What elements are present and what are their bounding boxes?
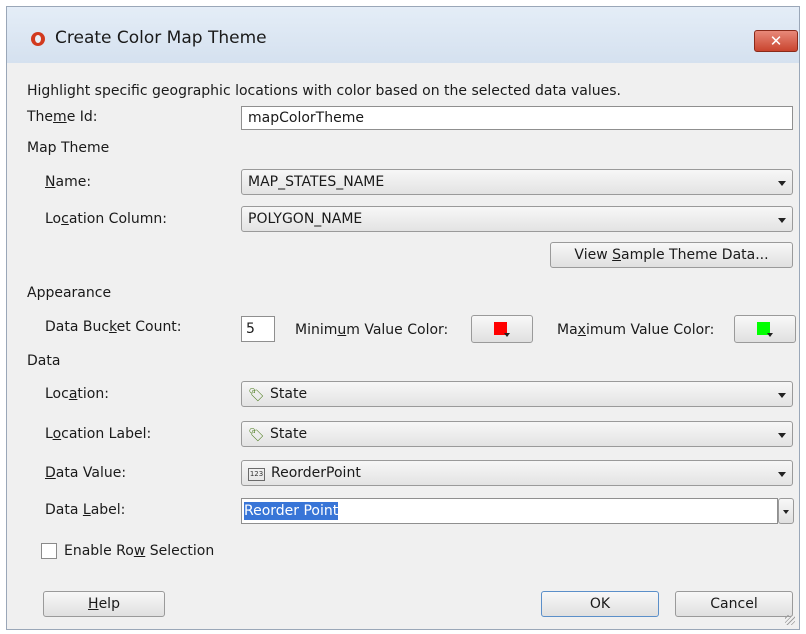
chevron-down-icon bbox=[767, 333, 773, 337]
data-label-label: Data Label: bbox=[45, 502, 126, 518]
title-bar[interactable]: Create Color Map Theme ✕ bbox=[7, 7, 799, 63]
cancel-button[interactable]: Cancel bbox=[675, 591, 793, 617]
dialog-window: Create Color Map Theme ✕ Highlight speci… bbox=[6, 6, 800, 630]
bucket-count-label: Data Bucket Count: bbox=[45, 319, 182, 335]
data-value-select[interactable]: 123 ReorderPoint bbox=[241, 460, 793, 486]
theme-id-input[interactable]: mapColorTheme bbox=[241, 106, 793, 130]
min-value-color-button[interactable] bbox=[471, 315, 533, 343]
location-label-select[interactable]: 🏷 State bbox=[241, 421, 793, 447]
data-value-label: Data Value: bbox=[45, 465, 127, 481]
close-button[interactable]: ✕ bbox=[754, 30, 798, 52]
max-value-color-label: Maximum Value Color: bbox=[557, 322, 715, 338]
help-button[interactable]: Help bbox=[43, 591, 165, 617]
location-label: Location: bbox=[45, 386, 109, 402]
ok-button[interactable]: OK bbox=[541, 591, 659, 617]
location-column-label: Location Column: bbox=[45, 211, 168, 227]
chevron-down-icon bbox=[504, 333, 510, 337]
map-theme-name-value: MAP_STATES_NAME bbox=[248, 174, 385, 190]
max-value-color-button[interactable] bbox=[734, 315, 796, 343]
dialog-content: Highlight specific geographic locations … bbox=[15, 63, 796, 623]
location-value: State bbox=[270, 386, 308, 402]
number-icon: 123 bbox=[248, 468, 265, 481]
map-theme-heading: Map Theme bbox=[27, 140, 110, 156]
description-text: Highlight specific geographic locations … bbox=[27, 83, 621, 99]
tag-icon: 🏷 bbox=[248, 388, 265, 403]
chevron-down-icon bbox=[778, 218, 786, 223]
location-column-value: POLYGON_NAME bbox=[248, 211, 363, 227]
map-theme-name-label: Name: bbox=[45, 174, 92, 190]
location-label-label: Location Label: bbox=[45, 426, 152, 442]
data-label-value: Reorder Point bbox=[244, 502, 339, 520]
chevron-down-icon bbox=[783, 510, 789, 514]
min-value-color-label: Minimum Value Color: bbox=[295, 322, 449, 338]
map-theme-name-select[interactable]: MAP_STATES_NAME bbox=[241, 169, 793, 195]
close-icon: ✕ bbox=[769, 32, 783, 50]
data-label-dropdown-button[interactable] bbox=[778, 498, 794, 524]
app-logo-icon bbox=[31, 32, 45, 46]
location-label-value: State bbox=[270, 426, 308, 442]
chevron-down-icon bbox=[778, 472, 786, 477]
appearance-heading: Appearance bbox=[27, 285, 112, 301]
window-title: Create Color Map Theme bbox=[55, 28, 267, 48]
enable-row-selection-label: Enable Row Selection bbox=[64, 543, 215, 559]
data-heading: Data bbox=[27, 353, 61, 369]
theme-id-label: Theme Id: bbox=[27, 109, 98, 125]
location-column-select[interactable]: POLYGON_NAME bbox=[241, 206, 793, 232]
view-sample-theme-data-button[interactable]: View Sample Theme Data... bbox=[550, 242, 793, 268]
location-select[interactable]: 🏷 State bbox=[241, 381, 793, 407]
tag-icon: 🏷 bbox=[248, 428, 265, 443]
chevron-down-icon bbox=[778, 393, 786, 398]
enable-row-selection-checkbox[interactable] bbox=[41, 543, 57, 559]
chevron-down-icon bbox=[778, 181, 786, 186]
data-label-combo-input[interactable]: Reorder Point bbox=[241, 498, 778, 524]
data-value-value: ReorderPoint bbox=[271, 465, 361, 481]
chevron-down-icon bbox=[778, 433, 786, 438]
bucket-count-input[interactable]: 5 bbox=[241, 316, 275, 342]
resize-grip[interactable] bbox=[785, 615, 795, 625]
